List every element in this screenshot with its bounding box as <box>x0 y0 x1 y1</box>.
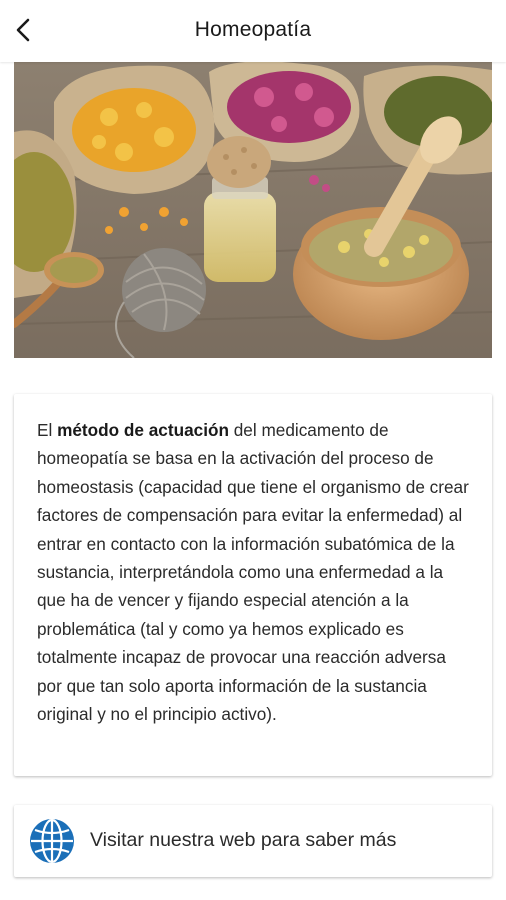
app-bar: Homeopatía <box>0 0 506 62</box>
globe-icon <box>30 818 74 864</box>
info-text-bold: método de actuación <box>57 420 229 440</box>
info-text: El método de actuación del medicamento d… <box>37 416 475 728</box>
visit-website-button[interactable]: Visitar nuestra web para saber más <box>14 805 492 877</box>
info-text-start: El <box>37 420 58 440</box>
info-text-rest: del medicamento de homeopatía se basa en… <box>37 420 469 725</box>
info-card: El método de actuación del medicamento d… <box>14 394 492 776</box>
visit-website-label: Visitar nuestra web para saber más <box>90 829 397 851</box>
hero-image <box>14 62 492 358</box>
page-title: Homeopatía <box>194 18 312 41</box>
herbs-photo <box>14 62 492 358</box>
